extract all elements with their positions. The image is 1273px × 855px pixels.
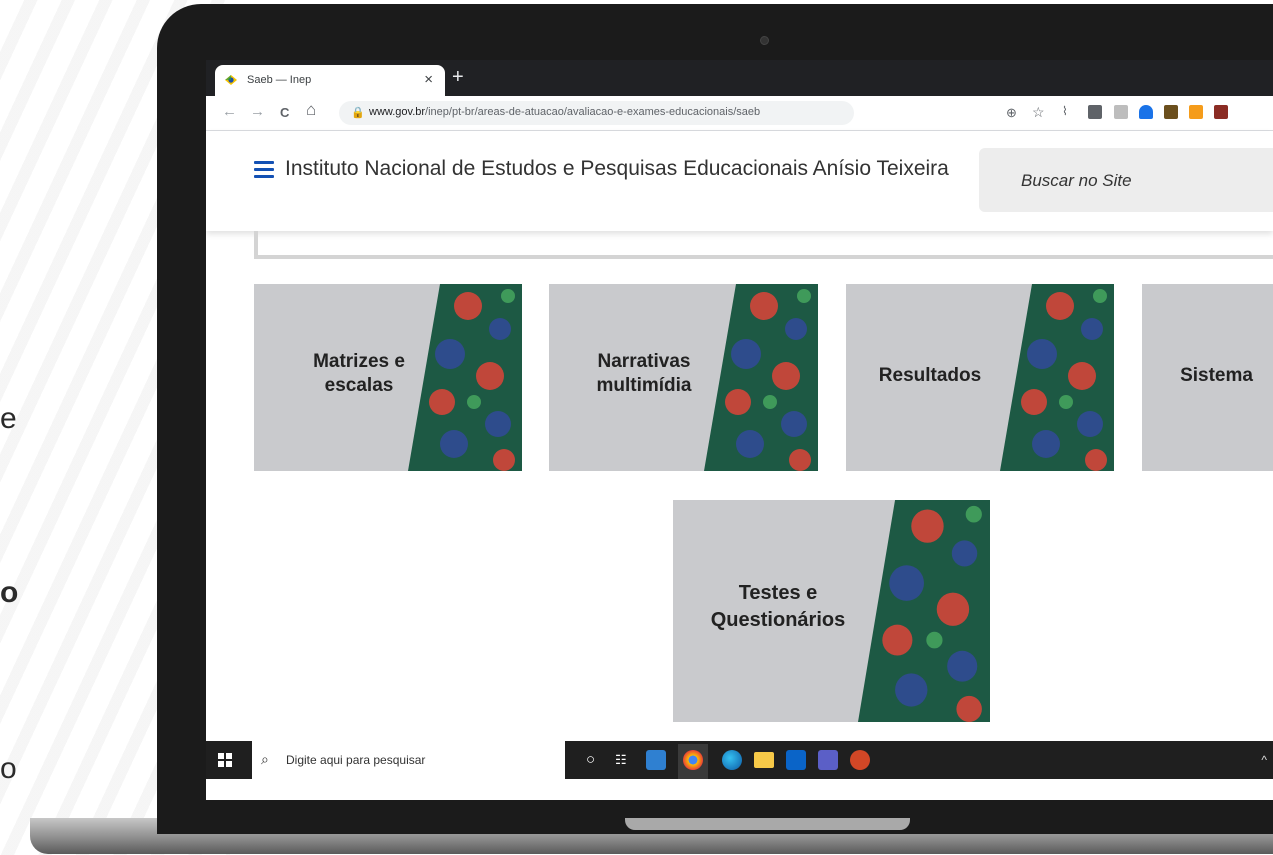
side-text-fragment: o [0,576,19,609]
url-domain: www.gov.br [369,106,426,118]
url-text: www.gov.br/inep/pt-br/areas-de-atuacao/a… [369,106,760,118]
decorative-pattern [704,284,818,471]
windows-taskbar: ⌕ Digite aqui para pesquisar ○ ☷ ^ [206,741,1273,779]
card-matrizes-escalas[interactable]: Matrizes e escalas [254,284,522,471]
webcam-icon [760,36,769,45]
decorative-pattern [1000,284,1114,471]
browser-tab[interactable]: Saeb — Inep × [215,65,445,96]
chrome-icon[interactable] [683,750,703,770]
card-resultados[interactable]: Resultados [846,284,1114,471]
zoom-icon[interactable]: ⊕ [1006,105,1017,121]
browser-tab-strip: Saeb — Inep × + [206,60,1273,96]
lock-icon: 🔒 [351,107,365,119]
site-search-input[interactable]: Buscar no Site [979,148,1273,212]
extension-icon[interactable] [1214,105,1228,119]
extension-k-icon[interactable] [1164,105,1178,119]
card-narrativas-multimidia[interactable]: Narrativas multimídia [549,284,818,471]
taskbar-search-input[interactable]: ⌕ Digite aqui para pesquisar [252,741,565,779]
bookmark-star-icon[interactable]: ☆ [1032,104,1045,121]
tab-title: Saeb — Inep [247,74,312,86]
card-label: Testes e Questionários [710,582,846,631]
side-text-fragment: o [0,752,17,785]
decorative-pattern [408,284,522,471]
laptop-screen: Saeb — Inep × + ← → C ⌂ 🔒 www.gov.br/ine… [206,60,1273,800]
card-label: Resultados [878,365,982,386]
outlook-icon[interactable] [786,750,806,770]
teams-icon[interactable] [818,750,838,770]
pulse-extension-icon[interactable]: ⌇ [1062,104,1076,118]
content-box-border [254,231,1273,259]
card-label: Sistema [1180,365,1253,386]
search-placeholder: Buscar no Site [1021,171,1132,190]
reload-button[interactable]: C [280,105,289,120]
task-view-icon[interactable]: ☷ [615,752,635,772]
edge-icon[interactable] [722,750,742,770]
site-title[interactable]: Instituto Nacional de Estudos e Pesquisa… [285,156,965,182]
back-button[interactable]: ← [222,103,237,120]
vscode-icon[interactable] [646,750,666,770]
address-bar[interactable]: 🔒 www.gov.br/inep/pt-br/areas-de-atuacao… [339,101,854,125]
windows-start-icon[interactable] [218,753,232,767]
browser-toolbar: ← → C ⌂ 🔒 www.gov.br/inep/pt-br/areas-de… [206,96,1273,131]
side-text-fragment: e [0,402,17,435]
site-header: Instituto Nacional de Estudos e Pesquisa… [206,131,1273,231]
file-explorer-icon[interactable] [754,752,774,768]
tab-close-icon[interactable]: × [424,71,433,88]
extension-icon[interactable] [1114,105,1128,119]
new-tab-button[interactable]: + [452,66,464,89]
cortana-icon[interactable]: ○ [586,751,606,771]
home-button[interactable]: ⌂ [306,100,316,120]
graduation-cap-icon[interactable] [1139,105,1153,119]
card-sistema[interactable]: Sistema [1142,284,1273,471]
brazil-flag-icon [225,75,237,85]
download-extension-icon[interactable] [1189,105,1203,119]
system-tray-chevron-icon[interactable]: ^ [1261,753,1267,767]
forward-button[interactable]: → [250,103,265,120]
hamburger-menu-icon[interactable] [254,161,274,182]
decorative-pattern [858,500,990,722]
search-icon: ⌕ [261,751,269,767]
powerpoint-icon[interactable] [850,750,870,770]
url-path: /inep/pt-br/areas-de-atuacao/avaliacao-e… [425,106,761,118]
laptop-hinge-notch [625,818,910,830]
card-testes-questionarios[interactable]: Testes e Questionários [673,500,990,722]
taskbar-search-placeholder: Digite aqui para pesquisar [286,753,426,767]
extension-icon[interactable] [1088,105,1102,119]
